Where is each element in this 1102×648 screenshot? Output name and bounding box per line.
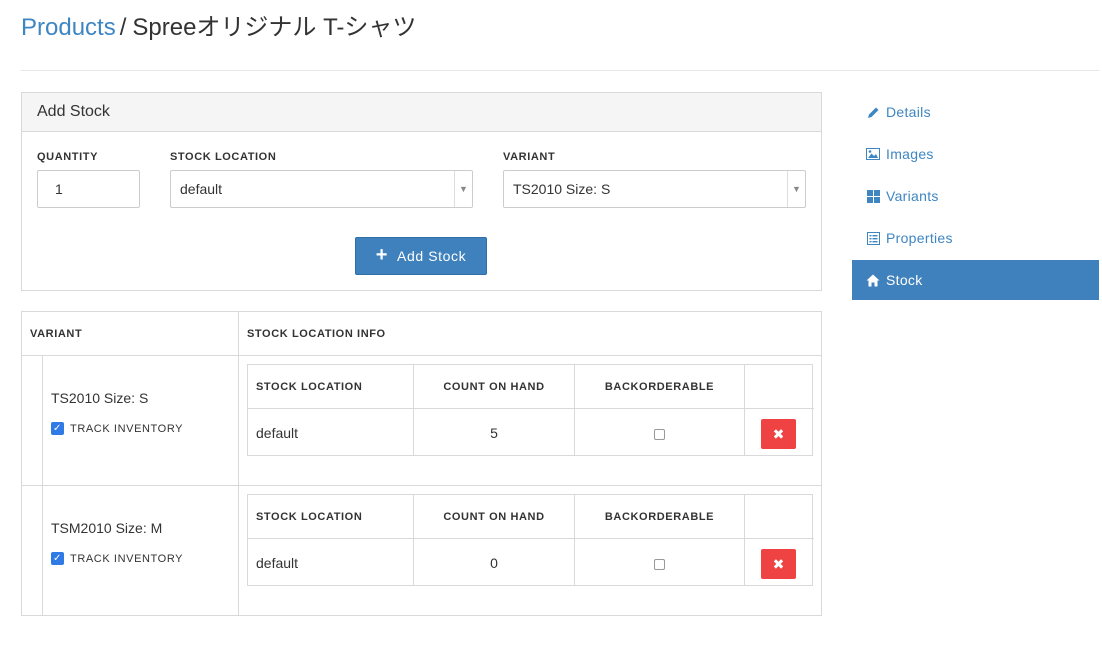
track-inventory-toggle[interactable]: ✓ TRACK INVENTORY: [51, 422, 183, 435]
plus-icon: +: [375, 244, 389, 266]
delete-stock-button[interactable]: ✖: [761, 549, 796, 579]
stock-location-select-value: default: [180, 181, 223, 197]
column-header-stock-location-info: STOCK LOCATION INFO: [239, 312, 821, 356]
chevron-down-icon: ▼: [454, 171, 472, 207]
header-stock-location: STOCK LOCATION: [256, 381, 363, 393]
variant-name: TS2010 Size: S: [51, 390, 149, 406]
add-stock-panel-title: Add Stock: [22, 93, 821, 132]
sidebar-item-stock[interactable]: Stock: [852, 260, 1099, 300]
breadcrumb-separator: /: [119, 14, 127, 41]
chevron-down-icon: ▼: [787, 171, 805, 207]
backorderable-cell: [575, 540, 744, 586]
backorderable-checkbox[interactable]: [654, 428, 665, 440]
sidebar-item-details[interactable]: Details: [852, 92, 1099, 132]
column-header-variant: VARIANT: [22, 312, 239, 356]
page-header: Products / Spreeオリジナル T-シャツ: [21, 12, 416, 44]
header-backorderable: BACKORDERABLE: [604, 511, 715, 523]
variant-name: TSM2010 Size: M: [51, 520, 163, 536]
variant-select[interactable]: TS2010 Size: S ▼: [503, 170, 806, 208]
column-divider: [238, 312, 239, 615]
add-stock-button[interactable]: + Add Stock: [355, 237, 487, 275]
sidebar-item-variants[interactable]: Variants: [852, 176, 1099, 216]
sidebar-item-label: Variants: [886, 188, 939, 204]
variant-label: VARIANT: [503, 151, 556, 163]
sidebar-item-label: Details: [886, 104, 931, 120]
stock-location-table: STOCK LOCATION COUNT ON HAND BACKORDERAB…: [247, 364, 814, 456]
count-on-hand-cell[interactable]: 0: [414, 540, 574, 586]
backorderable-checkbox[interactable]: [654, 558, 665, 570]
count-on-hand-cell[interactable]: 5: [414, 410, 574, 456]
header-divider: [21, 70, 1099, 71]
stock-table: VARIANT STOCK LOCATION INFO TS2010 Size:…: [21, 311, 822, 616]
variant-select-value: TS2010 Size: S: [513, 181, 611, 197]
pencil-icon: [866, 105, 880, 119]
header-backorderable: BACKORDERABLE: [604, 381, 715, 393]
list-icon: [866, 231, 880, 245]
home-icon: [866, 273, 880, 287]
breadcrumb-products-link[interactable]: Products: [21, 14, 116, 41]
stock-location-label: STOCK LOCATION: [170, 151, 277, 163]
delete-stock-button[interactable]: ✖: [761, 419, 796, 449]
backorderable-cell: [575, 410, 744, 456]
close-icon: ✖: [772, 556, 785, 572]
page-title: Spreeオリジナル T-シャツ: [132, 14, 417, 41]
sidebar-item-label: Properties: [886, 230, 953, 246]
close-icon: ✖: [772, 426, 785, 442]
product-sidebar-nav: Details Images Variants Properties Stock: [852, 92, 1099, 302]
sidebar-item-images[interactable]: Images: [852, 134, 1099, 174]
checkbox-checked-icon[interactable]: ✓: [51, 552, 64, 565]
stock-location-select[interactable]: default ▼: [170, 170, 473, 208]
stock-location-cell: default: [256, 555, 299, 571]
stock-location-table: STOCK LOCATION COUNT ON HAND BACKORDERAB…: [247, 494, 814, 586]
sidebar-item-properties[interactable]: Properties: [852, 218, 1099, 258]
grid-icon: [866, 189, 880, 203]
track-inventory-label: TRACK INVENTORY: [70, 552, 184, 565]
header-count-on-hand: COUNT ON HAND: [443, 381, 545, 393]
quantity-input[interactable]: 1: [37, 170, 140, 208]
header-count-on-hand: COUNT ON HAND: [443, 511, 545, 523]
add-stock-button-label: Add Stock: [397, 248, 467, 264]
quantity-label: QUANTITY: [37, 151, 99, 163]
sidebar-item-label: Stock: [886, 272, 923, 288]
row-divider: [22, 485, 821, 486]
sidebar-item-label: Images: [886, 146, 934, 162]
image-icon: [866, 147, 880, 161]
track-inventory-label: TRACK INVENTORY: [70, 422, 184, 435]
header-stock-location: STOCK LOCATION: [256, 511, 363, 523]
checkbox-checked-icon[interactable]: ✓: [51, 422, 64, 435]
track-inventory-toggle[interactable]: ✓ TRACK INVENTORY: [51, 552, 183, 565]
breadcrumb: Products / Spreeオリジナル T-シャツ: [21, 12, 416, 44]
add-stock-panel: Add Stock QUANTITY 1 STOCK LOCATION defa…: [21, 92, 822, 291]
stock-location-cell: default: [256, 425, 299, 441]
